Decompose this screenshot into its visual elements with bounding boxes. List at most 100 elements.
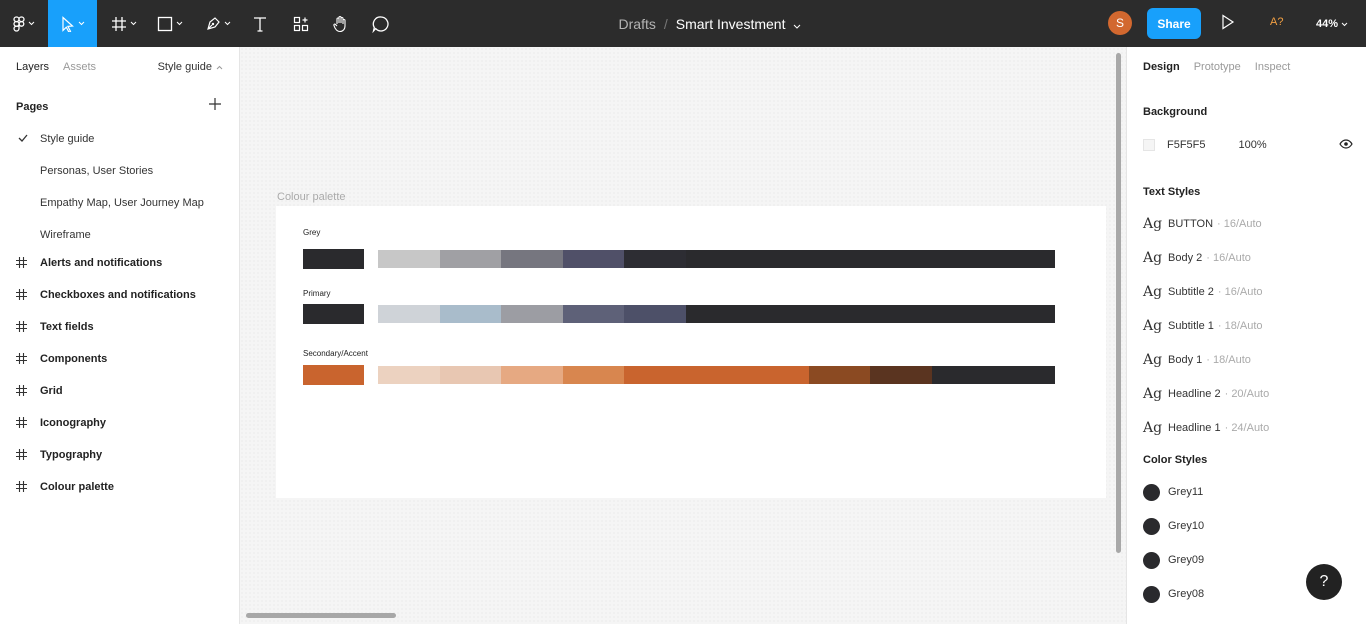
palette-main-swatch[interactable]	[303, 304, 364, 324]
tab-inspect[interactable]: Inspect	[1255, 61, 1290, 73]
page-item-empathy-map[interactable]: Empathy Map, User Journey Map	[0, 187, 239, 219]
comment-tool-button[interactable]	[366, 0, 396, 47]
tab-assets[interactable]: Assets	[63, 61, 96, 73]
layer-item[interactable]: Typography	[0, 439, 239, 471]
color-style-item[interactable]: Grey10	[1143, 516, 1204, 536]
text-style-icon: Ag	[1143, 420, 1163, 436]
resources-button[interactable]	[286, 0, 316, 47]
palette-shade[interactable]	[993, 366, 1056, 384]
file-name[interactable]: Smart Investment	[676, 16, 786, 32]
color-style-item[interactable]: Grey11	[1143, 482, 1203, 502]
palette-shade[interactable]	[808, 305, 871, 323]
help-button[interactable]: ?	[1306, 564, 1342, 600]
palette-shade[interactable]	[993, 305, 1056, 323]
colour-palette-frame[interactable]: Grey Primary Secondary/Accent	[276, 206, 1106, 498]
palette-shade[interactable]	[931, 366, 994, 384]
share-button[interactable]: Share	[1147, 8, 1201, 39]
palette-strip[interactable]	[378, 366, 1056, 384]
palette-shade[interactable]	[747, 366, 809, 384]
add-page-icon[interactable]	[209, 98, 221, 113]
page-item-style-guide[interactable]: Style guide	[0, 123, 239, 155]
text-style-item[interactable]: Ag BUTTON · 16/Auto	[1143, 214, 1262, 234]
background-fill-row[interactable]: F5F5F5 100%	[1143, 138, 1353, 152]
move-tool-button[interactable]	[48, 0, 97, 47]
background-opacity-value[interactable]: 100%	[1239, 139, 1267, 151]
avatar[interactable]: S	[1108, 11, 1132, 35]
page-item-personas[interactable]: Personas, User Stories	[0, 155, 239, 187]
palette-shade[interactable]	[870, 250, 932, 268]
palette-shade[interactable]	[870, 366, 932, 384]
text-style-item[interactable]: Ag Body 1 · 18/Auto	[1143, 350, 1251, 370]
page-selector-label: Style guide	[157, 61, 212, 73]
palette-shade[interactable]	[378, 366, 440, 384]
palette-strip[interactable]	[378, 250, 1056, 268]
text-style-item[interactable]: Ag Subtitle 1 · 18/Auto	[1143, 316, 1263, 336]
layer-item[interactable]: Iconography	[0, 407, 239, 439]
text-style-item[interactable]: Ag Headline 1 · 24/Auto	[1143, 418, 1269, 438]
text-style-item[interactable]: Ag Headline 2 · 20/Auto	[1143, 384, 1269, 404]
palette-shade[interactable]	[439, 305, 502, 323]
zoom-level[interactable]: 44%	[1316, 0, 1348, 47]
tab-layers[interactable]: Layers	[16, 61, 49, 73]
text-tool-button[interactable]	[246, 0, 274, 47]
tab-design[interactable]: Design	[1143, 61, 1180, 73]
palette-shade[interactable]	[439, 250, 502, 268]
pen-tool-button[interactable]	[198, 0, 238, 47]
palette-shade[interactable]	[501, 305, 563, 323]
layer-item[interactable]: Alerts and notifications	[0, 247, 239, 279]
palette-shade[interactable]	[931, 250, 994, 268]
layer-item[interactable]: Checkboxes and notifications	[0, 279, 239, 311]
palette-shade[interactable]	[808, 250, 871, 268]
palette-shade[interactable]	[993, 250, 1056, 268]
design-canvas[interactable]: Colour palette Grey Primary Secondary/Ac…	[240, 47, 1126, 624]
palette-shade[interactable]	[624, 305, 686, 323]
palette-main-swatch[interactable]	[303, 365, 364, 385]
layer-item[interactable]: Colour palette	[0, 471, 239, 503]
palette-shade[interactable]	[624, 366, 686, 384]
palette-shade[interactable]	[562, 250, 625, 268]
layer-item[interactable]: Components	[0, 343, 239, 375]
layer-item[interactable]: Text fields	[0, 311, 239, 343]
chevron-down-icon[interactable]	[793, 16, 801, 32]
palette-shade[interactable]	[378, 305, 440, 323]
color-style-name: Grey10	[1168, 520, 1205, 532]
palette-shade[interactable]	[685, 305, 748, 323]
palette-shade[interactable]	[685, 250, 748, 268]
palette-shade[interactable]	[808, 366, 871, 384]
color-style-item[interactable]: Grey08	[1143, 584, 1204, 604]
text-styles-heading: Text Styles	[1143, 186, 1201, 198]
palette-shade[interactable]	[501, 250, 563, 268]
background-hex-value[interactable]: F5F5F5	[1167, 139, 1206, 151]
text-style-item[interactable]: Ag Body 2 · 16/Auto	[1143, 248, 1251, 268]
breadcrumb-drafts-link[interactable]: Drafts	[619, 16, 656, 32]
palette-shade[interactable]	[562, 366, 625, 384]
present-play-icon[interactable]	[1221, 14, 1235, 33]
palette-shade[interactable]	[747, 305, 809, 323]
frame-tool-button[interactable]	[106, 0, 142, 47]
frame-label[interactable]: Colour palette	[277, 191, 346, 203]
shape-tool-button[interactable]	[152, 0, 188, 47]
palette-shade[interactable]	[870, 305, 932, 323]
palette-shade[interactable]	[931, 305, 994, 323]
vertical-scrollbar[interactable]	[1116, 53, 1121, 553]
palette-shade[interactable]	[562, 305, 625, 323]
tab-prototype[interactable]: Prototype	[1194, 61, 1241, 73]
palette-strip[interactable]	[378, 305, 1056, 323]
background-swatch[interactable]	[1143, 139, 1155, 151]
palette-shade[interactable]	[624, 250, 686, 268]
text-style-item[interactable]: Ag Subtitle 2 · 16/Auto	[1143, 282, 1263, 302]
palette-shade[interactable]	[685, 366, 748, 384]
eye-visibility-icon[interactable]	[1339, 139, 1353, 152]
layer-item[interactable]: Grid	[0, 375, 239, 407]
hand-tool-button[interactable]	[326, 0, 356, 47]
palette-shade[interactable]	[501, 366, 563, 384]
palette-main-swatch[interactable]	[303, 249, 364, 269]
main-menu-button[interactable]	[0, 0, 48, 47]
palette-shade[interactable]	[747, 250, 809, 268]
page-selector[interactable]: Style guide	[158, 61, 223, 73]
palette-shade[interactable]	[378, 250, 440, 268]
accessibility-check-label[interactable]: A?	[1270, 16, 1283, 28]
color-style-item[interactable]: Grey09	[1143, 550, 1204, 570]
horizontal-scrollbar[interactable]	[246, 613, 396, 618]
palette-shade[interactable]	[439, 366, 502, 384]
